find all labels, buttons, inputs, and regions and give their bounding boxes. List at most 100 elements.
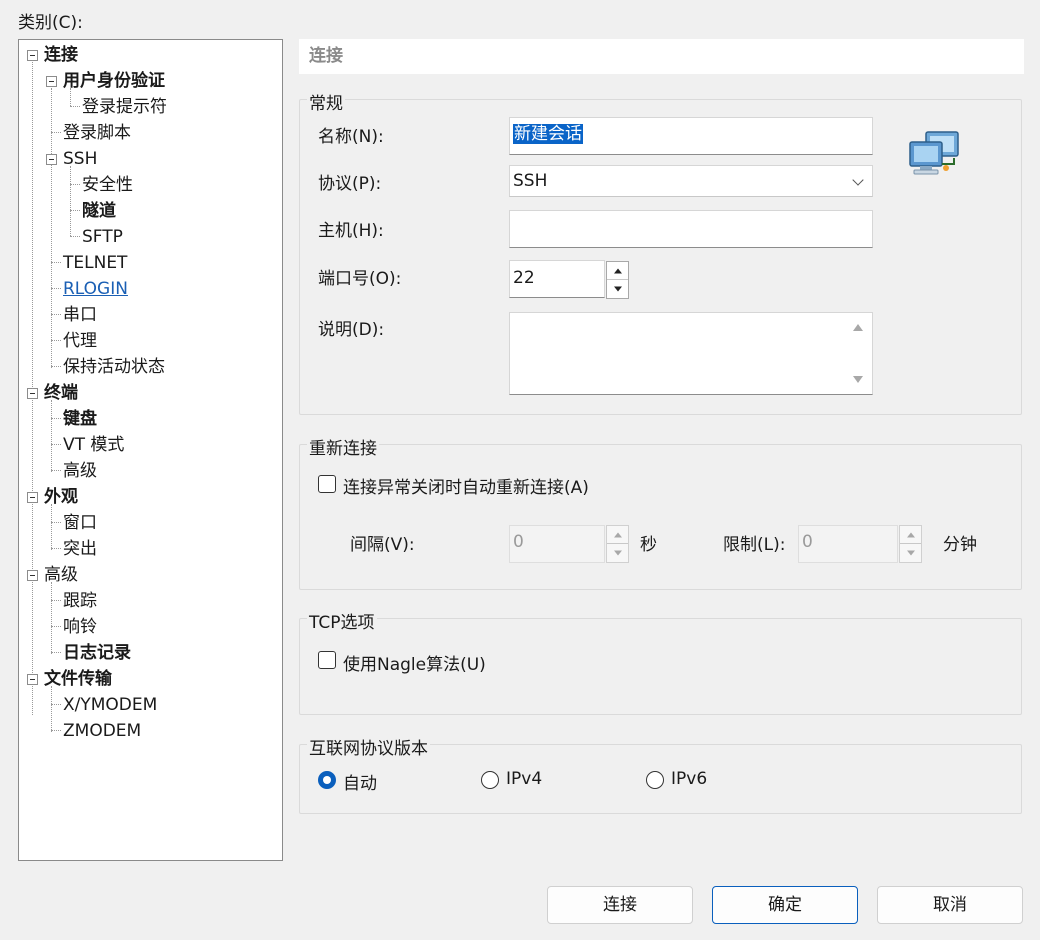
tree-item-terminal-advanced[interactable]: 高级 [63, 459, 97, 483]
port-up-button[interactable] [607, 262, 628, 280]
auto-reconnect-checkbox[interactable] [318, 475, 336, 493]
port-stepper[interactable] [606, 261, 629, 299]
connect-button[interactable]: 连接 [547, 886, 693, 924]
interval-label: 间隔(V): [350, 535, 415, 555]
ok-button[interactable]: 确定 [712, 886, 858, 924]
tree-item-login-script[interactable]: 登录脚本 [63, 121, 131, 145]
tree-item-zmodem[interactable]: ZMODEM [63, 719, 141, 743]
tree-line [51, 652, 61, 653]
radio-ipv6-label[interactable]: IPv6 [671, 769, 707, 789]
tree-line [51, 730, 61, 731]
tree-item-highlight[interactable]: 突出 [63, 537, 97, 561]
limit-field[interactable]: 0 [798, 525, 898, 563]
category-label: 类别(C): [18, 13, 83, 33]
tree-line [51, 262, 61, 263]
tree-item-connection[interactable]: 连接 [44, 43, 78, 67]
port-label: 端口号(O): [318, 269, 402, 289]
collapse-icon[interactable] [27, 50, 38, 61]
tree-item-trace[interactable]: 跟踪 [63, 589, 97, 613]
radio-ipv4-label[interactable]: IPv4 [506, 769, 542, 789]
radio-auto-label[interactable]: 自动 [343, 769, 377, 794]
port-value: 22 [513, 268, 535, 288]
tree-item-proxy[interactable]: 代理 [63, 329, 97, 353]
tree-line [51, 400, 52, 472]
tree-line [51, 686, 52, 732]
limit-up-button[interactable] [900, 526, 921, 544]
tree-item-login-prompt[interactable]: 登录提示符 [82, 95, 167, 119]
tree-line [70, 184, 80, 185]
tree-item-ssh[interactable]: SSH [63, 147, 97, 171]
tree-line [70, 166, 71, 236]
arrow-up-icon [906, 532, 915, 537]
network-computers-icon [909, 131, 959, 175]
tree-line [51, 522, 61, 523]
tree-line [70, 210, 80, 211]
tree-line [51, 626, 61, 627]
interval-up-button[interactable] [607, 526, 628, 544]
arrow-up-icon [613, 532, 622, 537]
tree-line [51, 314, 61, 315]
host-field[interactable] [509, 210, 873, 248]
tree-item-security[interactable]: 安全性 [82, 173, 133, 197]
name-label: 名称(N): [318, 127, 384, 147]
interval-field[interactable]: 0 [509, 525, 605, 563]
tree-item-logging[interactable]: 日志记录 [63, 641, 131, 665]
category-tree[interactable]: 连接 用户身份验证 登录提示符 登录脚本 SSH 安全性 隧道 SFTP TEL… [18, 39, 283, 861]
collapse-icon[interactable] [46, 154, 57, 165]
interval-stepper[interactable] [606, 525, 629, 563]
arrow-up-icon [613, 268, 622, 273]
tree-item-tunnel[interactable]: 隧道 [82, 199, 116, 223]
protocol-select[interactable]: SSH [509, 165, 873, 197]
tree-item-telnet[interactable]: TELNET [63, 251, 127, 275]
cancel-button[interactable]: 取消 [877, 886, 1023, 924]
tree-item-window[interactable]: 窗口 [63, 511, 97, 535]
scroll-up-icon[interactable] [853, 324, 863, 331]
tree-line [51, 132, 61, 133]
tree-line [51, 340, 61, 341]
interval-unit: 秒 [640, 535, 657, 555]
tree-item-file-transfer[interactable]: 文件传输 [44, 667, 112, 691]
port-field[interactable]: 22 [509, 260, 605, 298]
collapse-icon[interactable] [27, 570, 38, 581]
radio-auto[interactable] [318, 771, 336, 789]
tree-item-serial[interactable]: 串口 [63, 303, 97, 327]
radio-ipv4[interactable] [481, 771, 499, 789]
limit-label: 限制(L): [723, 535, 786, 555]
tree-item-keepalive[interactable]: 保持活动状态 [63, 355, 165, 379]
port-down-button[interactable] [607, 280, 628, 298]
chevron-down-icon [852, 174, 864, 186]
tree-line [51, 88, 52, 368]
tree-item-advanced[interactable]: 高级 [44, 563, 78, 587]
limit-unit: 分钟 [943, 535, 977, 555]
scroll-down-icon[interactable] [853, 376, 863, 383]
collapse-icon[interactable] [27, 492, 38, 503]
desc-textarea[interactable] [509, 312, 873, 395]
page-title: 连接 [299, 39, 1024, 74]
tree-item-vt-mode[interactable]: VT 模式 [63, 433, 124, 457]
tree-item-terminal[interactable]: 终端 [44, 381, 78, 405]
tree-item-bell[interactable]: 响铃 [63, 615, 97, 639]
limit-down-button[interactable] [900, 544, 921, 562]
general-group-title: 常规 [307, 89, 345, 114]
tree-line [51, 470, 61, 471]
tree-item-xymodem[interactable]: X/YMODEM [63, 693, 157, 717]
radio-ipv6[interactable] [646, 771, 664, 789]
tree-item-keyboard[interactable]: 键盘 [63, 407, 97, 431]
arrow-down-icon [613, 550, 622, 556]
tree-line [70, 106, 80, 107]
nagle-checkbox[interactable] [318, 651, 336, 669]
tree-item-auth[interactable]: 用户身份验证 [63, 69, 165, 93]
tree-line [51, 418, 61, 419]
tree-item-appearance[interactable]: 外观 [44, 485, 78, 509]
nagle-label[interactable]: 使用Nagle算法(U) [343, 650, 486, 675]
collapse-icon[interactable] [27, 674, 38, 685]
arrow-down-icon [906, 550, 915, 556]
collapse-icon[interactable] [46, 76, 57, 87]
interval-down-button[interactable] [607, 544, 628, 562]
collapse-icon[interactable] [27, 388, 38, 399]
limit-stepper[interactable] [899, 525, 922, 563]
name-field[interactable]: 新建会话 [509, 117, 873, 155]
auto-reconnect-label[interactable]: 连接异常关闭时自动重新连接(A) [343, 473, 589, 498]
tree-item-rlogin[interactable]: RLOGIN [63, 277, 128, 301]
tree-item-sftp[interactable]: SFTP [82, 225, 123, 249]
